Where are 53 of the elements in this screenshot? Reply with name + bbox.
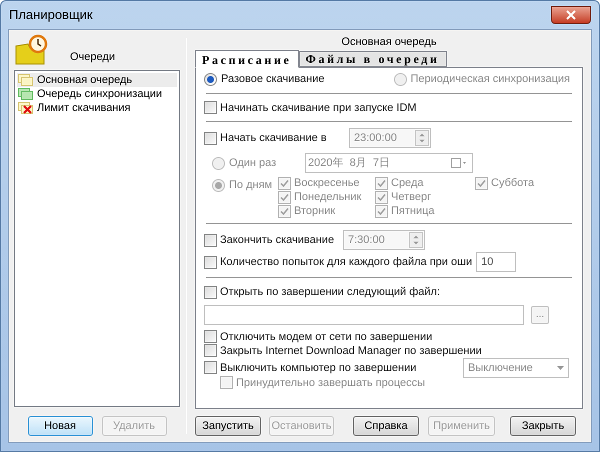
option-label: Среда [391,177,424,190]
retries-field[interactable]: 10 [476,252,516,272]
file-path-field[interactable] [204,304,524,324]
option-label: Закрыть Internet Download Manager по завершении [220,344,482,358]
option-label: Выключить компьютер по завершении [220,360,416,374]
folder-cross-icon [18,101,34,115]
checkbox[interactable] [204,256,217,268]
folders-icon [18,87,34,101]
option-label: Принудительно завершать процессы [236,376,426,390]
close-icon [566,10,576,20]
option-label: Количество попыток для каждого файла при оши [220,254,472,270]
option-label: Закончить скачивание [220,232,334,248]
option-label: Вторник [294,205,336,218]
option-label: Один раз [229,156,276,171]
checkbox[interactable] [204,286,217,299]
checkbox[interactable] [204,234,217,246]
dialog-button[interactable]: Запустить [195,416,261,436]
radio-button[interactable] [204,72,217,86]
option-label: Понедельник [294,191,362,204]
queue-title: Основная очередь [340,35,438,48]
close-button[interactable] [551,6,591,24]
dialog-button[interactable]: Новая [28,416,92,436]
checkbox[interactable] [204,361,217,374]
option-label: Начинать скачивание при запуске IDM [220,100,417,116]
checkbox[interactable] [204,132,217,144]
tab[interactable]: Расписание [195,50,299,68]
dialog-button[interactable]: Закрыть [510,416,576,436]
window-title: Планировщик [9,6,93,24]
option-label: Открыть по завершении следующий файл: [220,285,440,300]
dialog-button[interactable]: Справка [353,416,419,436]
option-label: Периодическая синхронизация [410,72,570,87]
option-label: Воскресенье [294,177,360,190]
option-label: Четверг [391,191,432,204]
panel-title: Очереди [70,50,115,64]
option-label: Пятница [391,205,435,218]
folder-clock-icon [14,34,50,66]
queue-item[interactable]: Основная очередь [17,73,177,87]
option-label: Отключить модем от сети по завершении [220,330,432,344]
calendar-dropdown-icon [451,158,469,168]
option-label: По дням [229,178,272,193]
option-label: Начать скачивание в [220,130,327,146]
spinner-arrows-icon[interactable] [409,232,423,248]
folders-icon [18,73,34,87]
tab[interactable]: Файлы в очереди [298,51,447,67]
checkbox[interactable] [204,101,217,114]
option-label: Суббота [491,177,534,190]
option-label: Разовое скачивание [221,72,324,87]
queue-item[interactable]: Лимит скачивания [17,101,177,115]
checkbox[interactable] [204,344,217,357]
queue-item[interactable]: Очередь синхронизации [17,87,177,101]
checkbox[interactable] [204,330,217,343]
caret-icon [557,366,564,370]
spinner-arrows-icon[interactable] [415,130,429,146]
